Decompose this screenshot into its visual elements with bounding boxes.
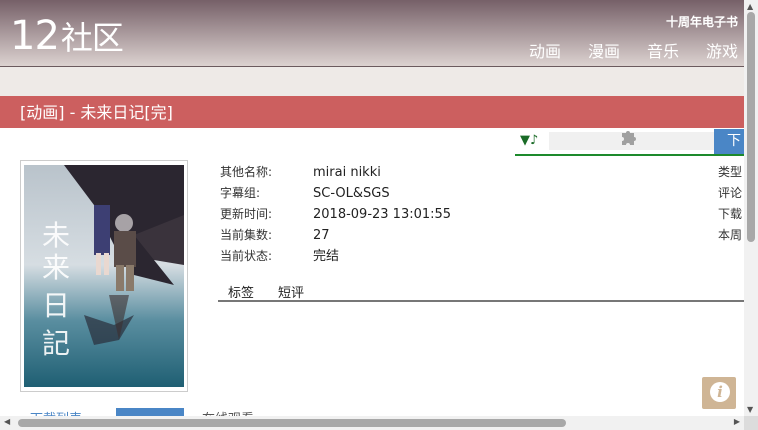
main-nav: 动画 漫画 音乐 游戏 xyxy=(529,38,738,62)
info-value: SC-OL&SGS xyxy=(313,186,390,201)
svg-text:未: 未 xyxy=(42,219,70,252)
horizontal-scroll-thumb[interactable] xyxy=(18,419,566,427)
site-header: 12社区 十周年电子书 动画 漫画 音乐 游戏 xyxy=(0,0,744,67)
page-title-bar: [动画] - 未来日记[完] xyxy=(0,96,744,128)
info-row-status: 当前状态: 完结 xyxy=(220,246,758,267)
info-label: 更新时间: xyxy=(220,207,273,221)
scroll-right-icon[interactable]: ▶ xyxy=(734,417,740,426)
scroll-up-icon[interactable]: ▲ xyxy=(747,2,753,11)
info-value: 2018-09-23 13:01:55 xyxy=(313,207,452,222)
download-button[interactable]: 下 xyxy=(714,129,744,154)
anniversary-ebook-link[interactable]: 十周年电子书 xyxy=(666,13,738,30)
svg-text:来: 来 xyxy=(42,251,70,284)
tab-active[interactable] xyxy=(116,408,184,416)
info-row-subgroup: 字幕组: SC-OL&SGS 评论 xyxy=(220,183,758,204)
tab-online-watch[interactable]: 在线观看 xyxy=(202,408,254,416)
puzzle-icon xyxy=(619,128,637,151)
nav-anime[interactable]: 动画 xyxy=(529,38,561,62)
logo-text: 社区 xyxy=(60,19,124,57)
cover-image: 未 来 日 記 xyxy=(20,160,188,392)
info-row-episodes: 当前集数: 27 本周 xyxy=(220,225,758,246)
info-label: 其他名称: xyxy=(220,165,273,179)
info-right-label: 类型 xyxy=(718,165,743,179)
tab-short-reviews[interactable]: 短评 xyxy=(278,282,304,301)
tab-download-list[interactable]: 下载列表 xyxy=(30,408,82,416)
info-right-label: 下载 xyxy=(718,207,743,221)
svg-text:記: 記 xyxy=(42,327,70,360)
site-logo[interactable]: 12社区 xyxy=(10,12,124,62)
music-player: ▼♪ 下 xyxy=(515,129,744,156)
logo-number: 12 xyxy=(10,13,60,59)
nav-music[interactable]: 音乐 xyxy=(647,38,679,62)
nav-manga[interactable]: 漫画 xyxy=(588,38,620,62)
vertical-scroll-thumb[interactable] xyxy=(747,12,755,242)
info-row-alias: 其他名称: mirai nikki 类型 xyxy=(220,162,758,183)
info-row-update-time: 更新时间: 2018-09-23 13:01:55 下载 xyxy=(220,204,758,225)
info-button[interactable]: i xyxy=(702,377,736,409)
scroll-down-icon[interactable]: ▼ xyxy=(747,405,753,414)
player-track[interactable] xyxy=(549,132,725,150)
info-tabs: 标签 短评 xyxy=(218,280,744,302)
sub-header-strip xyxy=(0,67,744,96)
tab-tags[interactable]: 标签 xyxy=(228,282,254,301)
info-value: mirai nikki xyxy=(313,165,381,180)
info-label: 当前状态: xyxy=(220,249,273,263)
info-right-label: 评论 xyxy=(718,186,743,200)
info-value: 27 xyxy=(313,228,330,243)
bottom-tabs: 下载列表 在线观看 xyxy=(20,408,320,416)
music-toggle-icon[interactable]: ▼♪ xyxy=(520,133,538,148)
svg-text:日: 日 xyxy=(42,289,70,322)
info-icon: i xyxy=(710,382,730,402)
page-title: [动画] - 未来日记[完] xyxy=(20,103,173,122)
info-value: 完结 xyxy=(313,249,340,264)
scroll-left-icon[interactable]: ◀ xyxy=(4,417,10,426)
vertical-scrollbar[interactable]: ▲ ▼ xyxy=(744,0,758,416)
info-right-label: 本周 xyxy=(718,228,743,242)
scrollbar-corner xyxy=(744,416,758,430)
nav-games[interactable]: 游戏 xyxy=(706,38,738,62)
horizontal-scrollbar[interactable]: ◀ ▶ xyxy=(0,416,744,430)
info-label: 当前集数: xyxy=(220,228,273,242)
info-label: 字幕组: xyxy=(220,186,261,200)
